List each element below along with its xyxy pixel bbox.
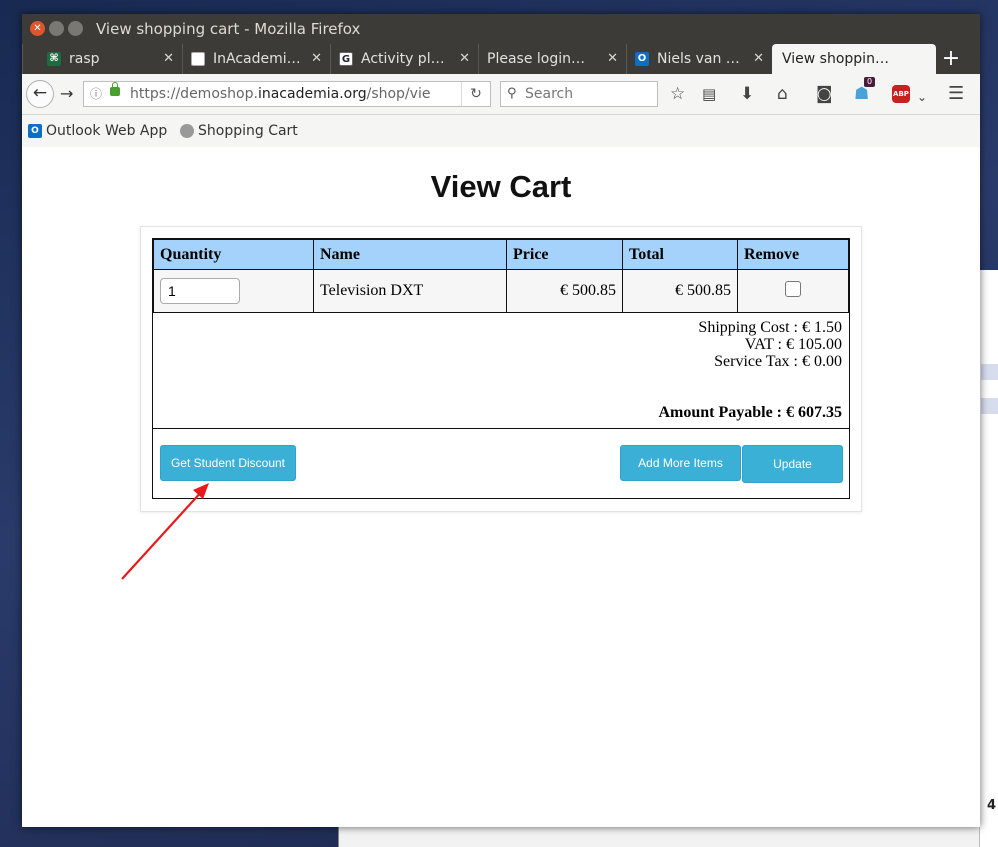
arrow-shaft: [121, 489, 204, 580]
arrow-head: [193, 483, 209, 499]
annotation-arrow: [121, 483, 209, 580]
